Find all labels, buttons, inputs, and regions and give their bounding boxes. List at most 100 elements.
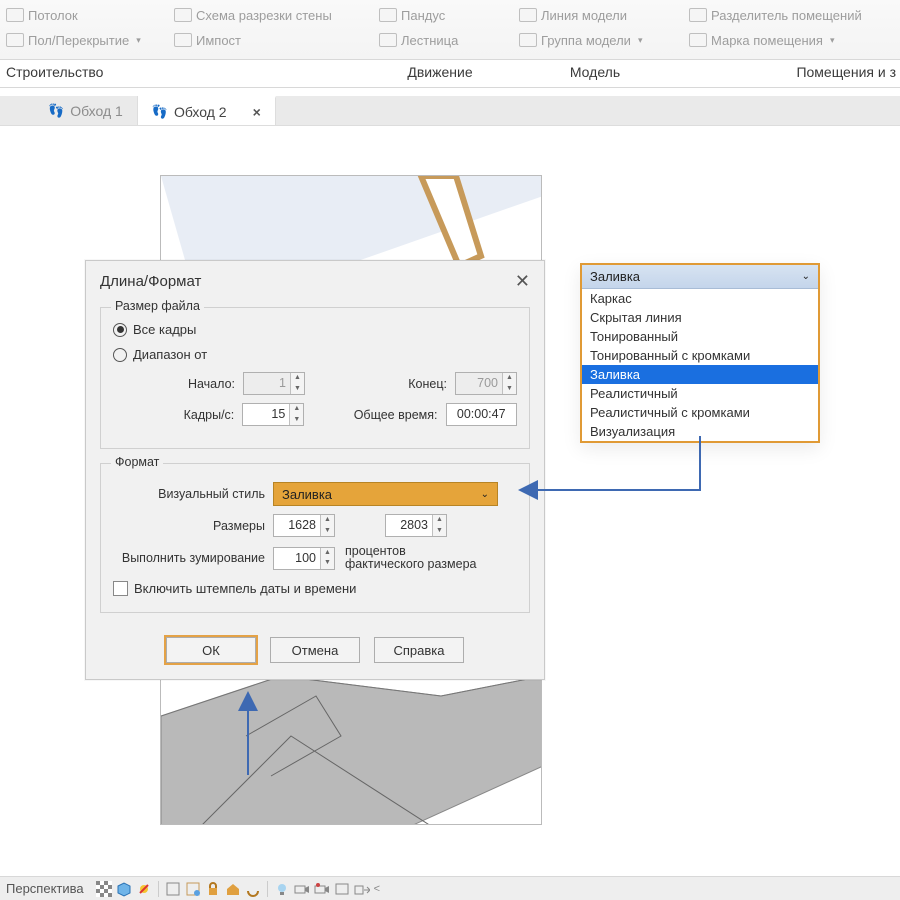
end-label: Конец: [395, 377, 455, 391]
crop-icon[interactable] [165, 881, 181, 897]
section-rooms: Помещения и з [680, 60, 900, 87]
timestamp-label: Включить штемпель даты и времени [134, 581, 356, 596]
cancel-button[interactable]: Отмена [270, 637, 360, 663]
tab-walkthrough-1[interactable]: 👣 Обход 1 [34, 96, 138, 125]
room-sep-icon [689, 8, 707, 22]
dropdown-option[interactable]: Каркас [582, 289, 818, 308]
total-time-label: Общее время: [346, 408, 445, 422]
dropdown-option[interactable]: Тонированный с кромками [582, 346, 818, 365]
visual-style-combo[interactable]: Заливка ⌄ [273, 482, 498, 506]
camera2-icon[interactable] [314, 881, 330, 897]
sun-icon[interactable] [136, 881, 152, 897]
radio-label: Диапазон от [133, 347, 207, 362]
tab-label: Обход 1 [70, 103, 123, 119]
cube-icon[interactable] [116, 881, 132, 897]
ribbon-ramp[interactable]: Пандус [379, 4, 507, 26]
row-zoom: Выполнить зумирование 100 ▲▼ процентов ф… [113, 545, 517, 571]
group-icon [519, 33, 537, 47]
close-tab-icon[interactable]: × [253, 104, 261, 120]
visual-style-dropdown: Заливка ⌄ КаркасСкрытая линияТонированны… [580, 263, 820, 443]
ribbon: Потолок Пол/Перекрытие Схема разрезки ст… [0, 0, 900, 60]
chevron-down-icon: ⌄ [481, 489, 489, 500]
grid-icon [174, 33, 192, 47]
bulb-icon[interactable] [274, 881, 290, 897]
radio-icon [113, 348, 127, 362]
grid-icon [174, 8, 192, 22]
row-timestamp[interactable]: Включить штемпель даты и времени [113, 581, 517, 596]
row-dimensions: Размеры 1628 ▲▼ 2803 ▲▼ [113, 514, 517, 537]
section-construction: Строительство [0, 60, 370, 87]
section-motion: Движение [370, 60, 510, 87]
start-label: Начало: [155, 377, 243, 391]
ribbon-ceiling[interactable]: Потолок [6, 4, 162, 26]
status-bar: Перспектива < [0, 876, 900, 900]
view-tabs: 👣 Обход 1 👣 Обход 2 × [0, 96, 900, 126]
ceiling-icon [6, 8, 24, 22]
radio-frame-range[interactable]: Диапазон от [113, 347, 517, 362]
length-format-dialog: Длина/Формат ✕ Размер файла Все кадры Ди… [85, 260, 545, 680]
ribbon-floor[interactable]: Пол/Перекрытие [6, 29, 162, 51]
radio-label: Все кадры [133, 322, 196, 337]
chevron-down-icon: ⌄ [802, 271, 810, 282]
section-model: Модель [510, 60, 680, 87]
ribbon-model-group[interactable]: Группа модели [519, 29, 677, 51]
stair-icon [379, 33, 397, 47]
frame-icon[interactable] [334, 881, 350, 897]
ramp-icon [379, 8, 397, 22]
zoom-label: Выполнить зумирование [113, 551, 273, 565]
tab-walkthrough-2[interactable]: 👣 Обход 2 × [138, 96, 276, 125]
chevron-left-icon[interactable]: < [374, 883, 380, 895]
tab-label: Обход 2 [174, 104, 227, 120]
dropdown-option[interactable]: Визуализация [582, 422, 818, 441]
format-group: Формат Визуальный стиль Заливка ⌄ Размер… [100, 463, 530, 613]
width-spinner[interactable]: 1628 ▲▼ [273, 514, 335, 537]
total-time-value: 00:00:47 [446, 403, 518, 426]
dialog-close-icon[interactable]: ✕ [515, 271, 530, 292]
start-spinner: 1 ▲▼ [243, 372, 305, 395]
visual-style-label: Визуальный стиль [113, 487, 273, 501]
ribbon-model-line[interactable]: Линия модели [519, 4, 677, 26]
radio-all-frames[interactable]: Все кадры [113, 322, 517, 337]
dialog-buttons: ОК Отмена Справка [86, 627, 544, 679]
checkbox-icon [113, 581, 128, 596]
crop-show-icon[interactable] [185, 881, 201, 897]
camera-icon[interactable] [294, 881, 310, 897]
fps-label: Кадры/с: [155, 408, 242, 422]
ribbon-room-separator[interactable]: Разделитель помещений [689, 4, 894, 26]
dropdown-option[interactable]: Реалистичный с кромками [582, 403, 818, 422]
ribbon-room-tag[interactable]: Марка помещения [689, 29, 894, 51]
dialog-title: Длина/Формат [100, 273, 201, 290]
home-icon[interactable] [225, 881, 241, 897]
radio-icon [113, 323, 127, 337]
row-start-end: Начало: 1 ▲▼ Конец: 700 ▲▼ [113, 372, 517, 395]
row-visual-style: Визуальный стиль Заливка ⌄ [113, 482, 517, 506]
graphics-scale-icon[interactable] [96, 881, 112, 897]
ok-button[interactable]: ОК [166, 637, 256, 663]
dropdown-header[interactable]: Заливка ⌄ [582, 265, 818, 289]
help-button[interactable]: Справка [374, 637, 464, 663]
dropdown-option[interactable]: Заливка [582, 365, 818, 384]
zoom-suffix: процентов фактического размера [345, 545, 476, 571]
file-size-group: Размер файла Все кадры Диапазон от Начал… [100, 307, 530, 449]
swirl-icon[interactable] [245, 881, 261, 897]
view-mode-label[interactable]: Перспектива [6, 881, 84, 896]
ribbon-wall-scheme[interactable]: Схема разрезки стены [174, 4, 367, 26]
room-tag-icon [689, 33, 707, 47]
line-icon [519, 8, 537, 22]
dropdown-option[interactable]: Реалистичный [582, 384, 818, 403]
ribbon-impost[interactable]: Импост [174, 29, 367, 51]
row-fps-time: Кадры/с: 15 ▲▼ Общее время: 00:00:47 [113, 403, 517, 426]
fps-spinner[interactable]: 15 ▲▼ [242, 403, 304, 426]
dropdown-option[interactable]: Скрытая линия [582, 308, 818, 327]
ribbon-stair[interactable]: Лестница [379, 29, 507, 51]
lock-icon[interactable] [205, 881, 221, 897]
dialog-titlebar: Длина/Формат ✕ [86, 261, 544, 301]
dimensions-label: Размеры [113, 519, 273, 533]
footsteps-icon: 👣 [152, 104, 168, 120]
format-legend: Формат [111, 455, 163, 469]
zoom-spinner[interactable]: 100 ▲▼ [273, 547, 335, 570]
height-spinner[interactable]: 2803 ▲▼ [385, 514, 447, 537]
dropdown-option[interactable]: Тонированный [582, 327, 818, 346]
frame-arrow-icon[interactable] [354, 881, 370, 897]
end-spinner: 700 ▲▼ [455, 372, 517, 395]
